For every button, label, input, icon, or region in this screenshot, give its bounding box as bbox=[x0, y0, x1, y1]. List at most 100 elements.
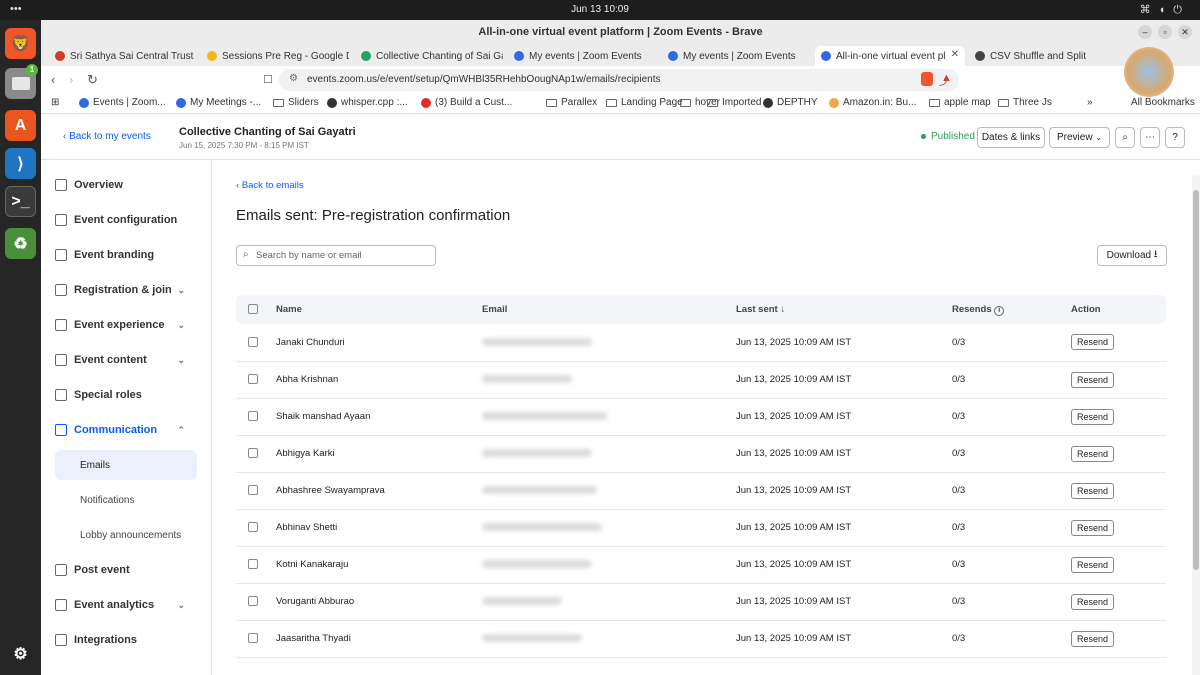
tab[interactable]: Collective Chanting of Sai Ga bbox=[355, 46, 503, 66]
main-content: ‹ Back to emails Emails sent: Pre-regist… bbox=[212, 160, 1200, 675]
select-all-checkbox[interactable] bbox=[248, 304, 258, 315]
sidebar-item-event-analytics[interactable]: Event analytics ⌄ bbox=[55, 590, 197, 620]
bookmarks-overflow-icon[interactable]: » bbox=[1087, 97, 1093, 108]
sidebar-item-event-experience[interactable]: Event experience ⌄ bbox=[55, 310, 197, 340]
bookmark-folder[interactable]: Imported bbox=[707, 97, 761, 108]
brave-browser-icon[interactable]: 🦁 bbox=[5, 28, 36, 59]
bookmark-folder[interactable]: Three Js bbox=[998, 97, 1052, 108]
close-tab-icon[interactable]: ✕ bbox=[951, 49, 959, 60]
vscode-icon[interactable]: ⟩ bbox=[5, 148, 36, 179]
maximize-icon[interactable]: ▫ bbox=[1158, 25, 1172, 39]
sidebar-item-registration-join[interactable]: Registration & join ⌄ bbox=[55, 275, 197, 305]
sidebar-item-integrations[interactable]: Integrations bbox=[55, 625, 197, 655]
row-checkbox[interactable] bbox=[248, 374, 258, 385]
resend-button[interactable]: Resend bbox=[1071, 482, 1115, 499]
sidebar-item-overview[interactable]: Overview bbox=[55, 170, 197, 200]
event-date: Jun 15, 2025 7:30 PM - 8:15 PM IST bbox=[179, 141, 309, 150]
help-icon[interactable]: ? bbox=[1165, 127, 1185, 148]
app-center-icon[interactable]: A bbox=[5, 110, 36, 141]
sidebar-item-communication[interactable]: Communication ⌃ bbox=[55, 415, 197, 445]
row-checkbox[interactable] bbox=[248, 411, 258, 422]
forward-icon[interactable]: › bbox=[69, 72, 73, 87]
resend-button[interactable]: Resend bbox=[1071, 445, 1115, 462]
search-input[interactable]: ⌕ Search by name or email bbox=[236, 245, 436, 266]
back-to-events-label: Back to my events bbox=[69, 131, 151, 142]
bookmark-link[interactable]: whisper.cpp :... bbox=[327, 97, 408, 108]
url-text[interactable]: events.zoom.us/e/event/setup/QmWHBl35RHe… bbox=[307, 74, 661, 85]
resend-button[interactable]: Resend bbox=[1071, 334, 1115, 351]
tab[interactable]: My events | Zoom Events bbox=[508, 46, 656, 66]
address-bar[interactable]: ⚙ events.zoom.us/e/event/setup/QmWHBl35R… bbox=[279, 69, 959, 91]
back-to-emails-link[interactable]: ‹ Back to emails bbox=[236, 180, 304, 191]
folder-icon bbox=[546, 98, 557, 107]
minimize-icon[interactable]: – bbox=[1138, 25, 1152, 39]
sidebar-sub-item-emails[interactable]: Emails bbox=[55, 450, 197, 480]
tab[interactable]: My events | Zoom Events bbox=[662, 46, 810, 66]
terminal-icon[interactable]: >_ bbox=[5, 186, 36, 217]
sidebar-item-event-configuration[interactable]: Event configuration bbox=[55, 205, 197, 235]
bookmark-folder[interactable]: Landing Page bbox=[606, 97, 683, 108]
sidebar-sub-item-notifications[interactable]: Notifications bbox=[55, 485, 197, 515]
more-options-icon[interactable]: ⋯ bbox=[1140, 127, 1160, 148]
bookmark-label: Parallex bbox=[561, 97, 598, 108]
row-checkbox[interactable] bbox=[248, 522, 258, 533]
bookmark-folder[interactable]: Sliders bbox=[273, 97, 319, 108]
bookmark-link[interactable]: Events | Zoom... bbox=[79, 97, 166, 108]
bookmark-folder[interactable]: apple map bbox=[929, 97, 991, 108]
back-to-emails-label: Back to emails bbox=[241, 180, 304, 191]
sidebar-item-event-branding[interactable]: Event branding bbox=[55, 240, 197, 270]
search-icon[interactable]: ⌕ bbox=[1115, 127, 1135, 148]
all-bookmarks-link[interactable]: All Bookmarks bbox=[1131, 97, 1195, 108]
tab[interactable]: Sri Sathya Sai Central Trust M bbox=[49, 46, 194, 66]
bookmark-folder[interactable]: Parallex bbox=[546, 97, 597, 108]
resend-button[interactable]: Resend bbox=[1071, 593, 1115, 610]
tab[interactable]: CSV Shuffle and Split bbox=[969, 46, 1119, 66]
page-scrollbar-thumb[interactable] bbox=[1193, 190, 1199, 570]
column-header-name[interactable]: Name bbox=[276, 295, 482, 324]
row-checkbox[interactable] bbox=[248, 448, 258, 459]
trash-icon[interactable]: ♻ bbox=[5, 228, 36, 259]
row-checkbox[interactable] bbox=[248, 596, 258, 607]
sidebar-sub-item-lobby-announcements[interactable]: Lobby announcements bbox=[55, 520, 197, 550]
resend-button[interactable]: Resend bbox=[1071, 371, 1115, 388]
apps-grid-icon[interactable]: ⊞ bbox=[51, 97, 59, 108]
resend-button[interactable]: Resend bbox=[1071, 519, 1115, 536]
bookmark-link[interactable]: DEPTHY bbox=[763, 97, 818, 108]
profile-avatar-cluster[interactable] bbox=[1124, 47, 1174, 97]
site-info-icon[interactable]: ⚙ bbox=[289, 73, 298, 84]
tab-active[interactable]: All-in-one virtual event pl ✕ bbox=[815, 46, 965, 66]
sidebar-item-special-roles[interactable]: Special roles bbox=[55, 380, 197, 410]
resend-button[interactable]: Resend bbox=[1071, 408, 1115, 425]
bookmark-icon[interactable]: ☐ bbox=[263, 73, 273, 86]
system-clock[interactable]: Jun 13 10:09 bbox=[0, 4, 1200, 15]
sidebar-item-event-content[interactable]: Event content ⌄ bbox=[55, 345, 197, 375]
last-sent-value: Jun 13, 2025 10:09 AM IST bbox=[736, 509, 952, 547]
column-header-last-sent[interactable]: Last sent ↓ bbox=[736, 295, 952, 324]
back-to-events-link[interactable]: ‹ Back to my events bbox=[63, 131, 151, 142]
resend-button[interactable]: Resend bbox=[1071, 630, 1115, 647]
files-app-icon[interactable]: 1 bbox=[5, 64, 38, 99]
tab[interactable]: Sessions Pre Reg - Google Dr bbox=[201, 46, 349, 66]
row-checkbox[interactable] bbox=[248, 337, 258, 348]
preview-button[interactable]: Preview ⌄ bbox=[1049, 127, 1110, 148]
tab-label: CSV Shuffle and Split bbox=[990, 50, 1086, 62]
back-icon[interactable]: ‹ bbox=[51, 72, 55, 87]
resend-button[interactable]: Resend bbox=[1071, 556, 1115, 573]
dates-links-button[interactable]: Dates & links bbox=[977, 127, 1045, 148]
reload-icon[interactable]: ↻ bbox=[87, 72, 98, 88]
brave-shields-icon[interactable] bbox=[921, 72, 933, 86]
brave-rewards-icon[interactable]: ▲ bbox=[941, 72, 952, 84]
download-button[interactable]: Download ⭳ bbox=[1097, 245, 1167, 266]
column-header-resends[interactable]: Resends i bbox=[952, 295, 1071, 324]
bookmark-link[interactable]: Amazon.in: Bu... bbox=[829, 97, 916, 108]
column-header-email[interactable]: Email bbox=[482, 295, 736, 324]
row-checkbox[interactable] bbox=[248, 485, 258, 496]
bookmark-link[interactable]: (3) Build a Cust... bbox=[421, 97, 512, 108]
close-window-icon[interactable]: ✕ bbox=[1178, 25, 1192, 39]
bookmark-link[interactable]: My Meetings -... bbox=[176, 97, 261, 108]
sidebar-item-post-event[interactable]: Post event bbox=[55, 555, 197, 585]
system-tray-icons[interactable]: ⌘◖⏻ bbox=[1140, 3, 1190, 17]
show-apps-icon[interactable]: ⚙ bbox=[5, 638, 36, 669]
row-checkbox[interactable] bbox=[248, 559, 258, 570]
row-checkbox[interactable] bbox=[248, 633, 258, 644]
